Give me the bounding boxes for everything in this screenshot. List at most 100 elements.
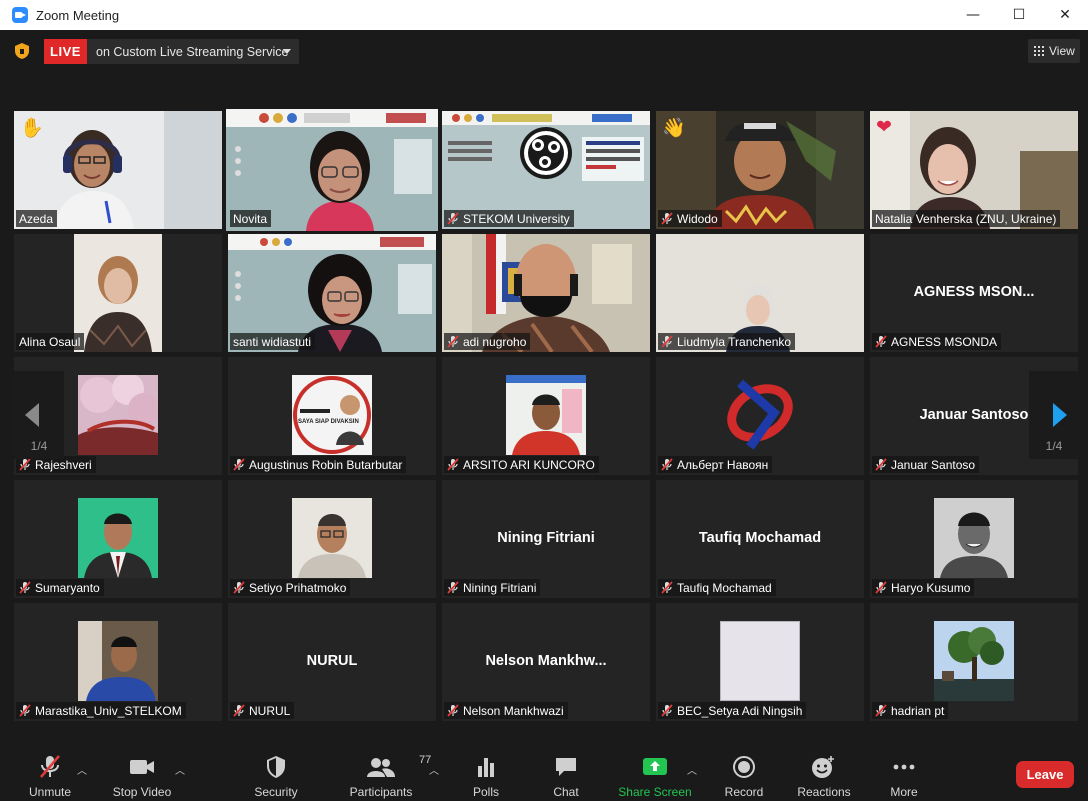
encryption-shield-icon[interactable] — [14, 42, 30, 60]
participant-name: Альберт Навоян — [677, 457, 769, 472]
participant-tile[interactable]: Taufiq Mochamad Taufiq Mochamad — [656, 480, 864, 598]
participant-tile[interactable]: hadrian pt — [870, 603, 1078, 721]
title-bar: Zoom Meeting — ☐ ✕ — [0, 0, 1088, 30]
participant-name-tag: hadrian pt — [872, 702, 949, 719]
participant-tile[interactable]: Sumaryanto — [14, 480, 222, 598]
participant-name: AGNESS MSONDA — [891, 334, 998, 349]
live-stream-dropdown[interactable]: on Custom Live Streaming Service — [87, 39, 299, 64]
muted-microphone-icon — [875, 458, 887, 471]
participant-tile[interactable]: STEKOM University — [442, 111, 650, 229]
participant-name-tag: NURUL — [230, 702, 295, 719]
participant-name-tag: Natalia Venherska (ZNU, Ukraine) — [872, 210, 1061, 227]
unmute-button[interactable]: Unmute — [24, 742, 76, 801]
close-button[interactable]: ✕ — [1042, 0, 1088, 30]
minimize-button[interactable]: — — [950, 0, 996, 30]
muted-microphone-icon — [447, 704, 459, 717]
participant-tile[interactable]: Setiyo Prihatmoko — [228, 480, 436, 598]
polls-button[interactable]: Polls — [466, 742, 506, 801]
participant-tile-active-speaker[interactable]: Novita — [226, 109, 438, 231]
participant-tile[interactable]: AGNESS MSON... AGNESS MSONDA — [870, 234, 1078, 352]
muted-microphone-icon — [447, 458, 459, 471]
participant-avatar — [934, 621, 1014, 701]
muted-microphone-icon — [447, 581, 459, 594]
participant-tile[interactable]: ❤ Natalia Venherska (ZNU, Ukraine) — [870, 111, 1078, 229]
participant-tile[interactable]: Nining Fitriani Nining Fitriani — [442, 480, 650, 598]
video-camera-icon — [130, 760, 154, 774]
chevron-down-icon — [283, 49, 291, 54]
participant-avatar — [720, 371, 800, 455]
stop-video-button[interactable]: Stop Video — [108, 742, 176, 801]
participant-avatar — [934, 498, 1014, 578]
participant-tile[interactable]: adi nugroho — [442, 234, 650, 352]
share-screen-button[interactable]: Share Screen — [616, 742, 694, 801]
participant-tile[interactable]: NURUL NURUL — [228, 603, 436, 721]
participant-tile[interactable]: 👋 Widodo — [656, 111, 864, 229]
participant-display-name: AGNESS MSON... — [913, 284, 1035, 300]
next-page-button[interactable]: 1/4 — [1029, 371, 1079, 459]
participant-name: Liudmyla Tranchenko — [677, 334, 792, 349]
participant-tile[interactable]: Marastika_Univ_STELKOM — [14, 603, 222, 721]
previous-page-button[interactable]: 1/4 — [14, 371, 64, 459]
participants-options-caret-icon[interactable]: ︿ — [429, 762, 439, 777]
participant-tile[interactable]: SAYA SIAP DIVAKSIN Augustinus Robin Buta… — [228, 357, 436, 475]
participant-avatar — [78, 375, 158, 455]
participant-name-tag: Liudmyla Tranchenko — [658, 333, 796, 350]
video-options-caret-icon[interactable]: ︿ — [175, 762, 185, 777]
page-indicator: 1/4 — [1045, 439, 1063, 453]
participant-name-tag: STEKOM University — [444, 210, 574, 227]
chat-button[interactable]: Chat — [546, 742, 586, 801]
participant-name-tag: adi nugroho — [444, 333, 531, 350]
more-button[interactable]: More — [884, 742, 924, 801]
reactions-button[interactable]: Reactions — [794, 742, 854, 801]
participant-name-tag: Taufiq Mochamad — [658, 579, 776, 596]
participant-tile[interactable]: BEC_Setya Adi Ningsih — [656, 603, 864, 721]
participant-tile[interactable]: Liudmyla Tranchenko — [656, 234, 864, 352]
participant-tile[interactable]: santi widiastuti — [228, 234, 436, 352]
view-label: View — [1049, 44, 1075, 58]
participant-tile[interactable]: Nelson Mankhw... Nelson Mankhwazi — [442, 603, 650, 721]
participants-button[interactable]: 77 Participants — [346, 742, 432, 801]
participant-name: hadrian pt — [891, 703, 945, 718]
participant-tile[interactable]: Альберт Навоян — [656, 357, 864, 475]
security-button[interactable]: Security — [248, 742, 304, 801]
view-button[interactable]: View — [1028, 39, 1080, 63]
participant-name: Nining Fitriani — [463, 580, 537, 595]
maximize-button[interactable]: ☐ — [996, 0, 1042, 30]
participant-name: Marastika_Univ_STELKOM — [35, 703, 182, 718]
participant-name: Augustinus Robin Butarbutar — [249, 457, 403, 472]
participant-name: Setiyo Prihatmoko — [249, 580, 347, 595]
live-badge[interactable]: LIVE — [44, 39, 87, 64]
participant-avatar — [292, 498, 372, 578]
participant-name: Haryo Kusumo — [891, 580, 971, 595]
muted-microphone-icon — [447, 212, 459, 225]
participant-tile[interactable]: ARSITO ARI KUNCORO — [442, 357, 650, 475]
participant-name-tag: Marastika_Univ_STELKOM — [16, 702, 186, 719]
share-options-caret-icon[interactable]: ︿ — [687, 762, 697, 777]
leave-button[interactable]: Leave — [1016, 761, 1074, 788]
muted-microphone-icon — [19, 458, 31, 471]
participant-name: ARSITO ARI KUNCORO — [463, 457, 595, 472]
participant-tile[interactable]: Haryo Kusumo — [870, 480, 1078, 598]
zoom-window: Zoom Meeting — ☐ ✕ LIVE on Custom Live S… — [0, 0, 1088, 801]
participant-tile[interactable]: Alina Osaul — [14, 234, 222, 352]
participant-name-tag: Augustinus Robin Butarbutar — [230, 456, 407, 473]
participant-name: Novita — [233, 211, 268, 226]
participant-name-tag: Januar Santoso — [872, 456, 980, 473]
audio-options-caret-icon[interactable]: ︿ — [77, 762, 87, 777]
record-button[interactable]: Record — [722, 742, 766, 801]
waving-hand-icon: 👋 — [662, 117, 686, 139]
muted-microphone-icon — [233, 458, 245, 471]
participant-name: Widodo — [677, 211, 718, 226]
more-label: More — [890, 785, 918, 799]
participant-display-name: Nining Fitriani — [497, 530, 595, 546]
arrow-right-icon — [1053, 403, 1067, 427]
muted-microphone-icon — [233, 704, 245, 717]
participant-tile[interactable]: ✋ Azeda — [14, 111, 222, 229]
participant-name: Rajeshveri — [35, 457, 92, 472]
muted-microphone-icon — [447, 335, 459, 348]
live-stream-service-label: on Custom Live Streaming Service — [96, 44, 289, 59]
participant-name-tag: Azeda — [16, 210, 58, 227]
participant-name-tag: Widodo — [658, 210, 722, 227]
chat-label: Chat — [553, 785, 579, 799]
participant-name: Taufiq Mochamad — [677, 580, 772, 595]
